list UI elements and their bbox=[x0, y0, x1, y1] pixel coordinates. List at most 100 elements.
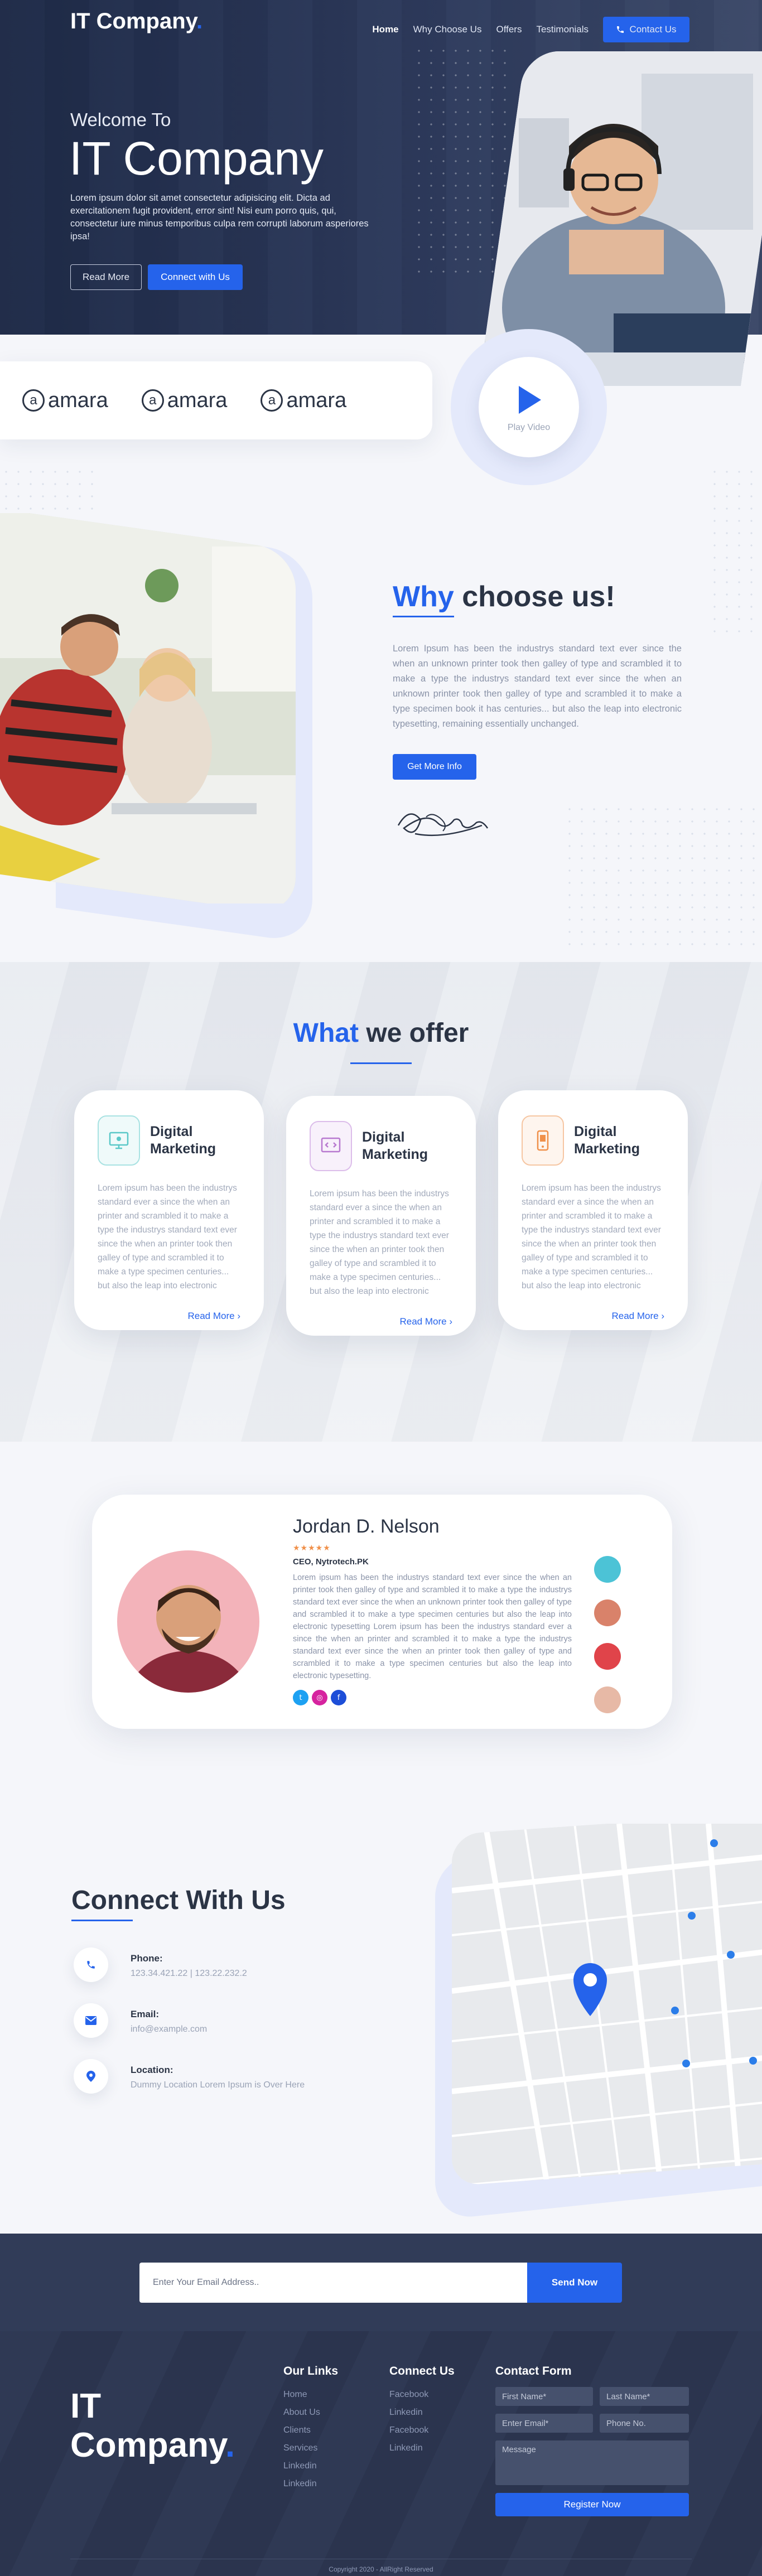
partners-strip: a amara a amara a amara bbox=[0, 361, 432, 439]
offer-title: Marketing bbox=[150, 1141, 216, 1157]
envelope-icon bbox=[74, 2003, 108, 2038]
site-logo[interactable]: IT Company. bbox=[70, 9, 202, 34]
footer-link-linkedin[interactable]: Linkedin bbox=[389, 2404, 455, 2422]
map-image bbox=[452, 1824, 762, 2186]
contact-email: Email: info@example.com bbox=[74, 2003, 207, 2038]
contact-us-button[interactable]: Contact Us bbox=[603, 17, 689, 42]
at-icon: a bbox=[141, 389, 164, 412]
person-image bbox=[128, 1585, 249, 1693]
dot-pattern bbox=[413, 45, 508, 279]
phone-field[interactable]: Phone No. bbox=[600, 2414, 689, 2433]
twitter-icon[interactable]: t bbox=[293, 1690, 308, 1705]
first-name-field[interactable]: First Name* bbox=[495, 2387, 593, 2406]
partner-logo: a amara bbox=[141, 389, 227, 413]
street-map[interactable] bbox=[452, 1824, 762, 2186]
partner-logo: a amara bbox=[22, 389, 108, 413]
at-icon: a bbox=[22, 389, 45, 412]
offer-card[interactable]: Digital Marketing Lorem ipsum has been th… bbox=[286, 1096, 476, 1336]
offer-text: Lorem ipsum has been the industrys stand… bbox=[98, 1183, 237, 1291]
footer-link-facebook[interactable]: Facebook bbox=[389, 2386, 455, 2404]
location-value: Dummy Location Lorem Ipsum is Over Here bbox=[131, 2080, 305, 2090]
footer-link-linkedin[interactable]: Linkedin bbox=[283, 2475, 338, 2493]
phone-icon bbox=[74, 1947, 108, 1982]
read-more-link[interactable]: Read More › bbox=[98, 1311, 240, 1322]
facebook-icon[interactable]: f bbox=[331, 1690, 346, 1705]
get-more-info-button[interactable]: Get More Info bbox=[393, 754, 476, 780]
copyright-text: Copyright 2020 - AllRight Reserved bbox=[329, 2565, 433, 2573]
offer-title: Digital bbox=[362, 1129, 405, 1145]
links-heading: Our Links bbox=[283, 2365, 339, 2377]
title-underline bbox=[350, 1062, 412, 1064]
message-field[interactable]: Message bbox=[495, 2440, 689, 2485]
play-video-button[interactable]: Play Video bbox=[479, 357, 579, 457]
at-icon: a bbox=[261, 389, 283, 412]
avatar-thumb[interactable] bbox=[594, 1686, 621, 1713]
testimonial-role: CEO, Nytrotech.PK bbox=[293, 1557, 369, 1567]
hero-title: IT Company bbox=[69, 132, 324, 185]
phone-label: Phone: bbox=[131, 1953, 163, 1964]
footer-link-facebook[interactable]: Facebook bbox=[389, 2422, 455, 2439]
nav-why-choose-us[interactable]: Why Choose Us bbox=[413, 24, 482, 35]
contact-title: Connect With Us bbox=[71, 1886, 286, 1915]
email-field[interactable]: Enter Email* bbox=[495, 2414, 593, 2433]
offers-section: What we offer Digital Marketing Lorem ips… bbox=[0, 962, 762, 1442]
connect-heading: Connect Us bbox=[389, 2365, 455, 2377]
nav-offers[interactable]: Offers bbox=[496, 24, 522, 35]
email-value: info@example.com bbox=[131, 2024, 208, 2034]
offer-text: Lorem ipsum has been the industrys stand… bbox=[522, 1183, 661, 1291]
nav-testimonials[interactable]: Testimonials bbox=[536, 24, 589, 35]
footer: IT Company. Our Links Home About Us Clie… bbox=[0, 2331, 762, 2576]
social-icons: t ◎ f bbox=[293, 1690, 346, 1705]
offers-title: What we offer bbox=[293, 1018, 469, 1048]
testimonial-name: Jordan D. Nelson bbox=[293, 1516, 440, 1537]
footer-link-about[interactable]: About Us bbox=[283, 2404, 338, 2422]
partner-logo: a amara bbox=[261, 389, 346, 413]
offer-title: Marketing bbox=[362, 1147, 428, 1162]
read-more-link[interactable]: Read More › bbox=[310, 1316, 452, 1327]
register-now-button[interactable]: Register Now bbox=[495, 2493, 689, 2516]
offer-title: Marketing bbox=[574, 1141, 640, 1157]
mobile-app-icon bbox=[522, 1115, 564, 1166]
contact-location: Location: Dummy Location Lorem Ipsum is O… bbox=[74, 2059, 305, 2094]
code-icon bbox=[310, 1121, 352, 1171]
send-now-button[interactable]: Send Now bbox=[527, 2263, 622, 2303]
location-pin-icon bbox=[74, 2059, 108, 2094]
chevron-right-icon: › bbox=[661, 1311, 664, 1321]
footer-link-clients[interactable]: Clients bbox=[283, 2422, 338, 2439]
footer-contact-form: Contact Form First Name* Last Name* Ente… bbox=[495, 2365, 691, 2516]
offer-title: Digital bbox=[574, 1124, 617, 1139]
instagram-icon[interactable]: ◎ bbox=[312, 1690, 327, 1705]
subscribe-email-input[interactable]: Enter Your Email Address.. bbox=[139, 2263, 527, 2303]
footer-link-services[interactable]: Services bbox=[283, 2439, 338, 2457]
email-label: Email: bbox=[131, 2009, 160, 2019]
read-more-button[interactable]: Read More bbox=[70, 264, 142, 290]
rating-stars: ★★★★★ bbox=[293, 1544, 331, 1553]
chevron-right-icon: › bbox=[449, 1316, 452, 1327]
avatar-thumb[interactable] bbox=[594, 1599, 621, 1626]
why-text: Lorem Ipsum has been the industrys stand… bbox=[393, 644, 682, 729]
play-icon bbox=[519, 386, 541, 414]
offer-card[interactable]: Digital Marketing Lorem ipsum has been th… bbox=[498, 1090, 688, 1330]
why-title: Why choose us! bbox=[393, 581, 615, 613]
offer-card[interactable]: Digital Marketing Lorem ipsum has been th… bbox=[74, 1090, 264, 1330]
footer-link-linkedin[interactable]: Linkedin bbox=[389, 2439, 455, 2457]
chevron-right-icon: › bbox=[237, 1311, 240, 1321]
footer-link-linkedin[interactable]: Linkedin bbox=[283, 2457, 338, 2475]
hero-text: Lorem ipsum dolor sit amet consectetur a… bbox=[70, 193, 369, 241]
play-video-label: Play Video bbox=[507, 423, 551, 432]
read-more-link[interactable]: Read More › bbox=[522, 1311, 664, 1322]
signature-image bbox=[397, 813, 489, 837]
footer-link-home[interactable]: Home bbox=[283, 2386, 338, 2404]
nav-home[interactable]: Home bbox=[372, 24, 398, 35]
avatar-thumb[interactable] bbox=[594, 1556, 621, 1583]
footer-logo[interactable]: IT Company. bbox=[70, 2387, 235, 2465]
main-nav: Home Why Choose Us Offers Testimonials C… bbox=[372, 17, 689, 42]
last-name-field[interactable]: Last Name* bbox=[600, 2387, 689, 2406]
team-photo bbox=[0, 509, 296, 916]
hero-welcome: Welcome To bbox=[70, 109, 171, 130]
avatar-thumb[interactable] bbox=[594, 1643, 621, 1670]
dot-pattern bbox=[0, 466, 100, 516]
connect-with-us-button[interactable]: Connect with Us bbox=[148, 264, 243, 290]
map-container[interactable] bbox=[441, 1824, 762, 2186]
phone-icon bbox=[617, 26, 624, 33]
